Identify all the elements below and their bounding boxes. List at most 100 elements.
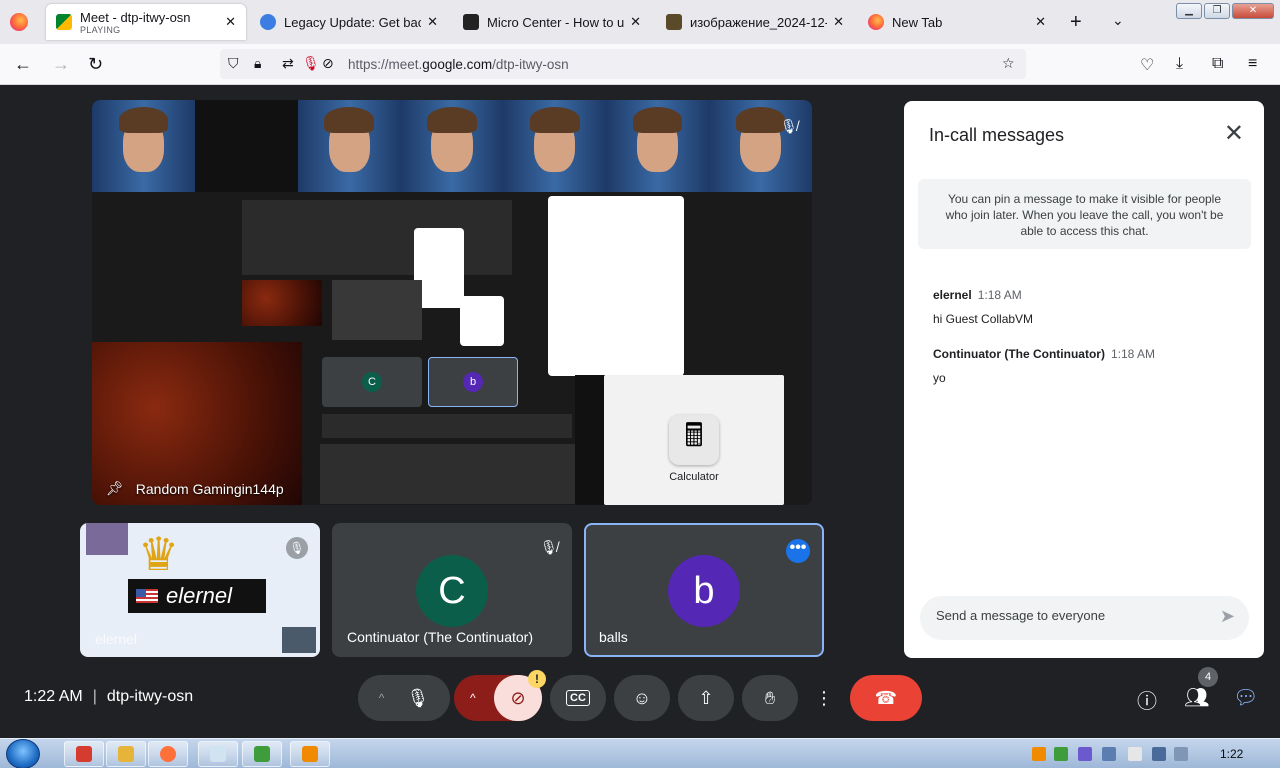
taskbar-app-vlc[interactable]	[290, 741, 330, 767]
pin-icon[interactable]: 📌︎	[106, 480, 124, 497]
muted-mic-icon: 🎙︎̸	[540, 539, 558, 555]
new-tab-plus-icon[interactable]: +	[1070, 11, 1082, 34]
tray-microphone-icon[interactable]	[1078, 747, 1092, 761]
bookmark-star-icon[interactable]: ☆	[1002, 55, 1015, 72]
meet-stage: 🎙︎̸ C b 🖩 Calculator 📌︎ Random Gamingin1…	[0, 85, 1280, 738]
hamburger-menu-icon[interactable]: ≡	[1248, 55, 1257, 73]
tab-playing-label: PLAYING	[80, 24, 121, 35]
video-frame	[709, 100, 812, 192]
firefox-menu-icon[interactable]	[10, 13, 28, 31]
nested-game-thumb	[242, 280, 322, 326]
tracking-shield-icon[interactable]: ⛉	[228, 55, 239, 72]
minimize-window-icon[interactable]: ▁	[1176, 3, 1202, 19]
people-icon[interactable]: 👥︎	[1184, 685, 1209, 710]
tab-title: изображение_2024-12-08_	[690, 14, 827, 30]
taskbar-app-network[interactable]	[242, 741, 282, 767]
network-icon	[254, 746, 270, 762]
mic-control-group: ^ 🎙︎	[358, 675, 450, 721]
list-all-tabs-chevron-icon[interactable]: ⌄	[1112, 12, 1124, 29]
taskbar-app-explorer[interactable]	[106, 741, 146, 767]
end-call-icon[interactable]: ☎︎	[850, 675, 922, 721]
more-options-icon[interactable]: •••	[786, 539, 810, 563]
taskbar-app-notepad[interactable]	[198, 741, 238, 767]
close-tab-icon[interactable]: ✕	[833, 14, 844, 30]
chat-icon[interactable]: 💬︎	[1233, 685, 1258, 710]
us-flag-icon	[136, 589, 158, 603]
start-button-icon[interactable]	[6, 739, 40, 768]
nested-tile-b: b	[428, 357, 518, 407]
url-bar[interactable]: ⛉ 🔒︎ ⇄ 🎙︎ ⊘ https://meet.google.com/dtp-…	[220, 49, 1026, 79]
tab-meet[interactable]: Meet - dtp-itwy-osn PLAYING ✕	[46, 4, 246, 40]
present-screen-icon[interactable]: ⇧	[678, 675, 734, 721]
close-tab-icon[interactable]: ✕	[1035, 14, 1046, 30]
tray-device-icon[interactable]	[1102, 747, 1116, 761]
nested-tile-c: C	[322, 357, 422, 407]
restore-window-icon[interactable]: ❐	[1204, 3, 1230, 19]
webcam-thumb	[86, 523, 128, 555]
extensions-icon[interactable]: ⧉	[1212, 55, 1223, 73]
paint-icon	[76, 746, 92, 762]
tray-volume-icon[interactable]	[1174, 747, 1188, 761]
video-options-chevron-icon[interactable]: ^	[470, 691, 476, 705]
tray-flag-icon[interactable]	[1128, 747, 1142, 761]
tray-network-status-icon[interactable]	[1152, 747, 1166, 761]
captions-icon[interactable]: CC	[550, 675, 606, 721]
close-icon[interactable]: ✕	[1224, 119, 1244, 148]
taskbar-clock[interactable]: 1:22	[1220, 747, 1243, 761]
tab-image[interactable]: изображение_2024-12-08_ ✕	[656, 4, 854, 40]
back-arrow-icon[interactable]: ←	[14, 54, 32, 75]
taskbar-app-firefox[interactable]	[148, 741, 188, 767]
tab-legacy-update[interactable]: Legacy Update: Get back on ✕	[250, 4, 448, 40]
nested-window-strip	[242, 200, 512, 275]
audio-options-chevron-icon[interactable]: ^	[379, 691, 385, 705]
close-tab-icon[interactable]: ✕	[225, 14, 236, 30]
send-icon[interactable]: ➤	[1220, 606, 1235, 627]
lock-icon[interactable]: 🔒︎	[254, 55, 261, 72]
meeting-details-info-icon[interactable]: ⓘ	[1137, 685, 1157, 714]
taskbar-app-paint[interactable]	[64, 741, 104, 767]
message-time: 1:18 AM	[1110, 347, 1155, 361]
reload-icon[interactable]: ↻	[88, 54, 103, 75]
participant-tile-continuator[interactable]: 🎙︎̸ C Continuator (The Continuator)	[332, 523, 572, 657]
close-tab-icon[interactable]: ✕	[630, 14, 641, 30]
downloads-icon[interactable]: ⤓	[1176, 55, 1183, 73]
camera-warning-badge: !	[528, 670, 546, 688]
muted-mic-icon: 🎙︎̸	[780, 118, 798, 134]
camera-blocked-icon[interactable]: ⊘	[322, 55, 334, 72]
close-tab-icon[interactable]: ✕	[427, 14, 438, 30]
chat-message-input[interactable]	[936, 608, 1196, 623]
chat-input-box[interactable]: ➤	[920, 596, 1249, 640]
legacy-update-icon	[260, 14, 276, 30]
url-text[interactable]: https://meet.google.com/dtp-itwy-osn	[348, 57, 569, 72]
more-options-vertical-icon[interactable]: ⋮	[806, 675, 842, 721]
tray-vlc-icon[interactable]	[1032, 747, 1046, 761]
crown-icon: ♛	[138, 528, 180, 580]
meeting-code: dtp-itwy-osn	[106, 688, 194, 705]
raise-hand-icon[interactable]: ✋︎	[742, 675, 798, 721]
tray-network-icon[interactable]	[1054, 747, 1068, 761]
tab-micro-center[interactable]: Micro Center - How to upg ✕	[453, 4, 651, 40]
nested-dark-gap	[575, 375, 605, 505]
microphone-icon[interactable]: 🎙︎	[406, 688, 429, 709]
video-frame	[92, 100, 195, 192]
in-call-messages-panel: In-call messages ✕ You can pin a message…	[904, 101, 1264, 658]
firefox-icon	[868, 14, 884, 30]
microphone-sharing-icon[interactable]: 🎙︎	[302, 55, 320, 72]
participant-tile-elernel[interactable]: ♛ elernel 🎙︎ elernel	[80, 523, 320, 657]
permissions-icon[interactable]: ⇄	[282, 55, 294, 72]
pin-info-note: You can pin a message to make it visible…	[918, 179, 1251, 249]
pocket-icon[interactable]: ♡	[1140, 55, 1154, 75]
forward-arrow-icon[interactable]: →	[52, 54, 70, 75]
message-time: 1:18 AM	[977, 288, 1022, 302]
main-tile-name: 📌︎ Random Gamingin144p	[106, 480, 284, 497]
emoji-reaction-icon[interactable]: ☺	[614, 675, 670, 721]
nested-chat-log	[320, 444, 575, 504]
notepad-icon	[210, 746, 226, 762]
browser-nav-bar: ← → ↻ ⛉ 🔒︎ ⇄ 🎙︎ ⊘ https://meet.google.co…	[0, 44, 1280, 85]
tab-new-tab[interactable]: New Tab ✕	[858, 4, 1056, 40]
video-frame	[606, 100, 710, 192]
close-window-icon[interactable]: ✕	[1232, 3, 1274, 19]
screen-thumb	[282, 627, 316, 653]
main-presentation-tile[interactable]: 🎙︎̸ C b 🖩 Calculator 📌︎ Random Gamingin1…	[92, 100, 812, 505]
participant-tile-balls[interactable]: ••• b balls	[584, 523, 824, 657]
